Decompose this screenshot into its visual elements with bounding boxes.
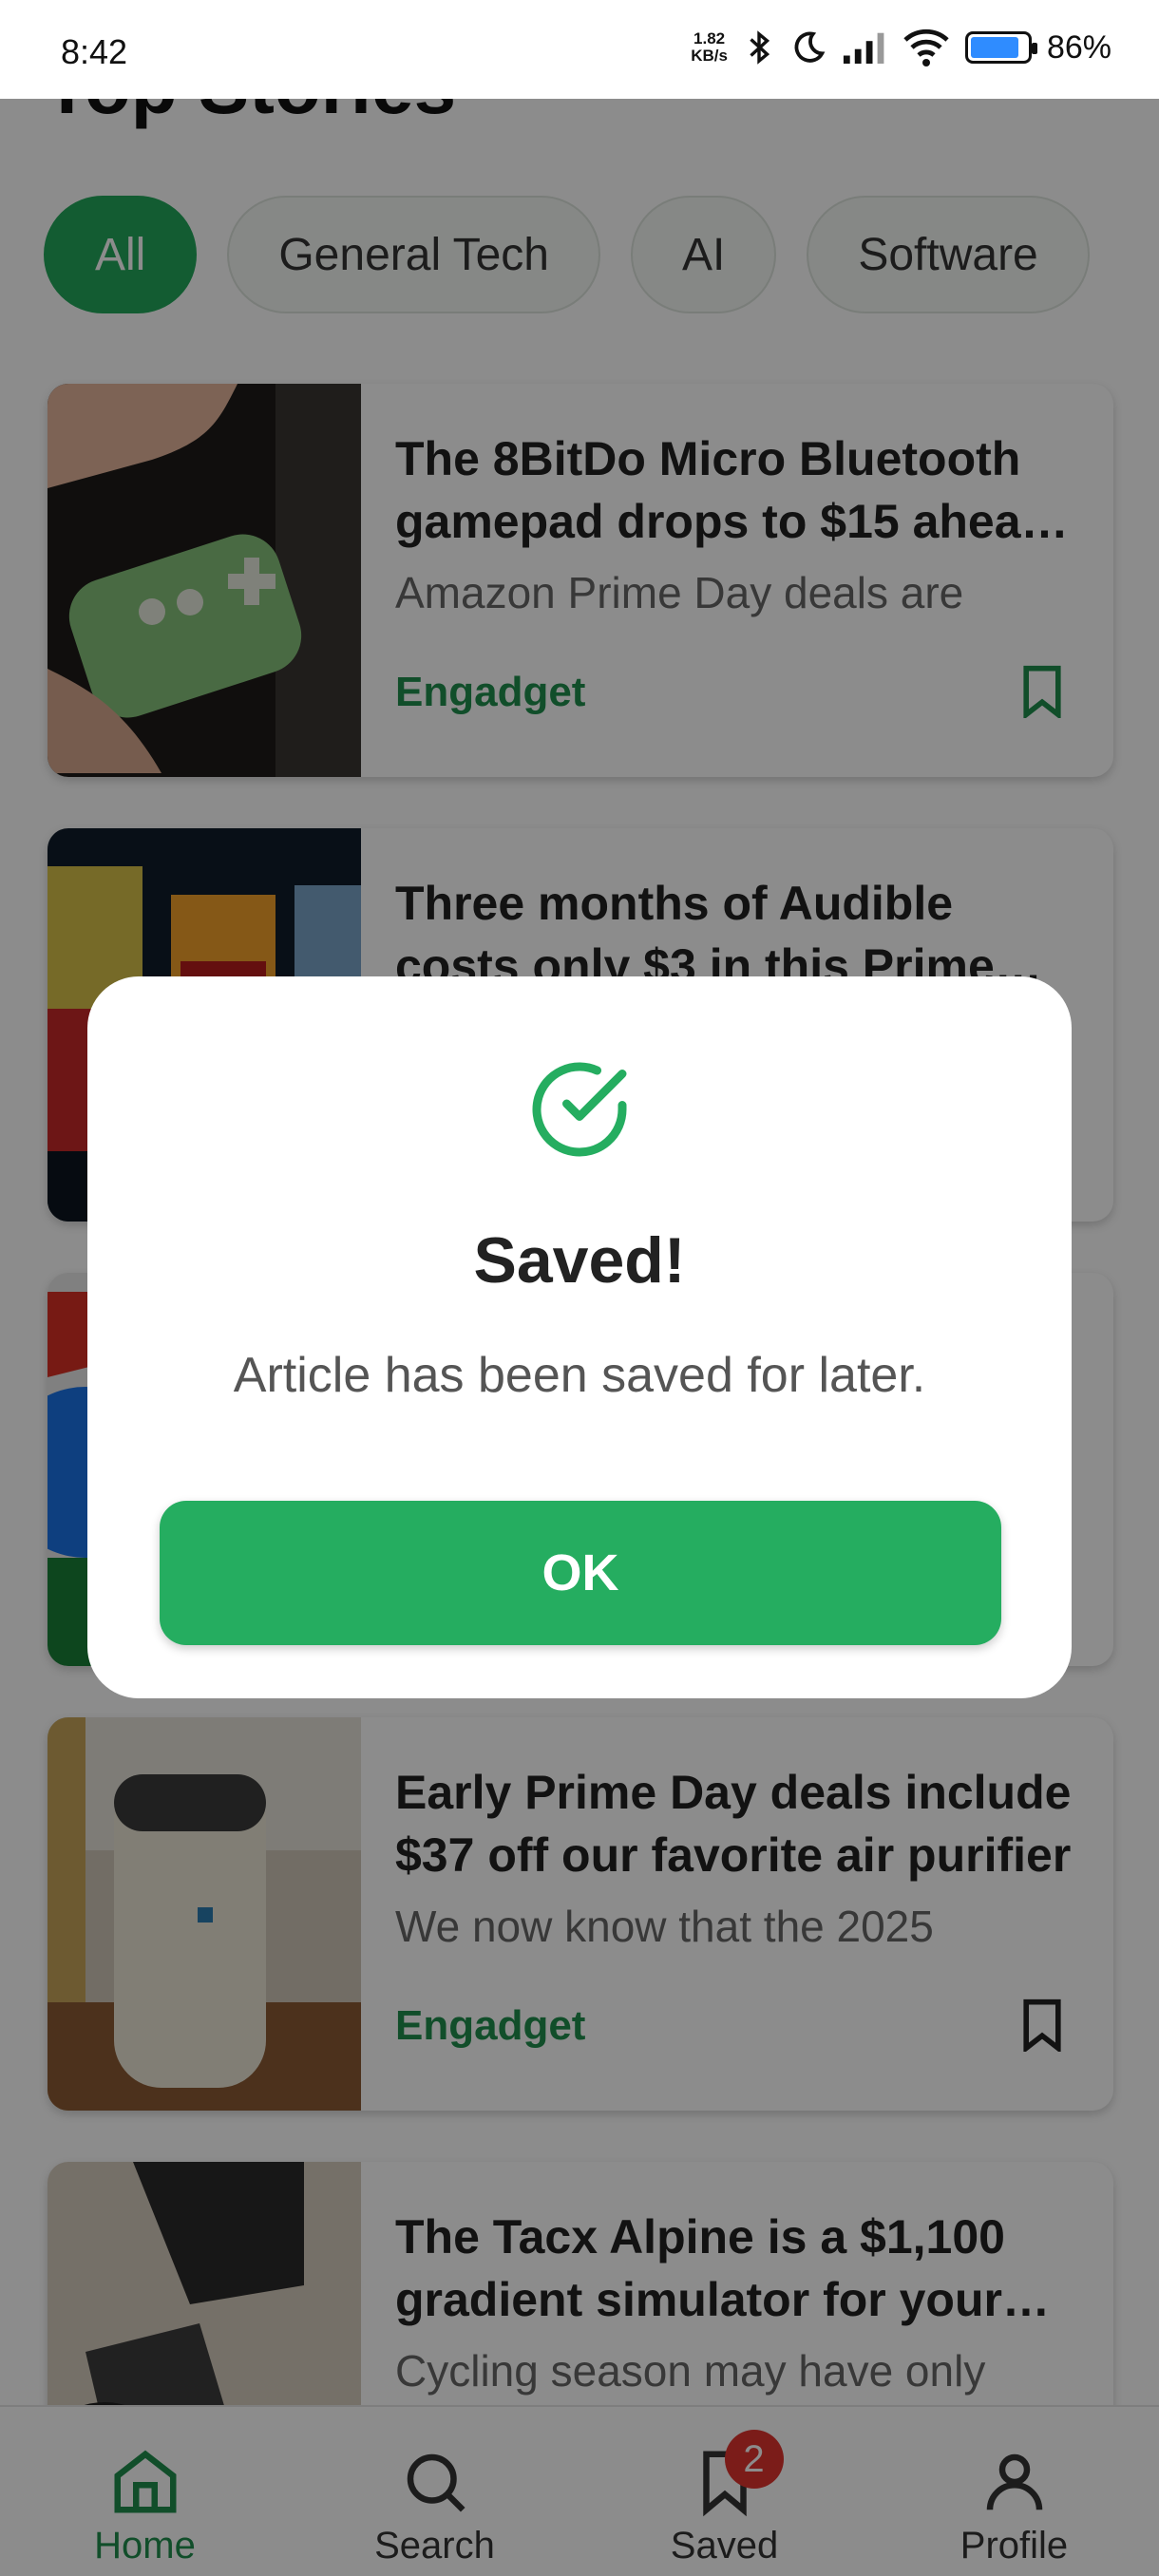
dialog-message: Article has been saved for later. <box>233 1348 926 1403</box>
status-bar: 8:42 1.82 KB/s 86% <box>0 0 1159 99</box>
net-speed: 1.82 KB/s <box>691 29 728 65</box>
check-circle-icon <box>532 1062 627 1157</box>
bluetooth-icon <box>750 30 770 65</box>
status-icons: 1.82 KB/s 86% <box>691 28 1112 66</box>
battery-fill <box>970 37 1018 58</box>
moon-icon <box>794 31 826 63</box>
status-time: 8:42 <box>61 32 128 71</box>
battery-icon <box>964 31 1037 64</box>
battery-percent: 86% <box>1046 28 1112 66</box>
ok-button[interactable]: OK <box>160 1501 1001 1645</box>
signal-icon <box>843 32 884 64</box>
saved-dialog: Saved! Article has been saved for later.… <box>87 976 1072 1698</box>
dialog-title: Saved! <box>473 1224 686 1297</box>
wifi-icon <box>903 28 949 66</box>
